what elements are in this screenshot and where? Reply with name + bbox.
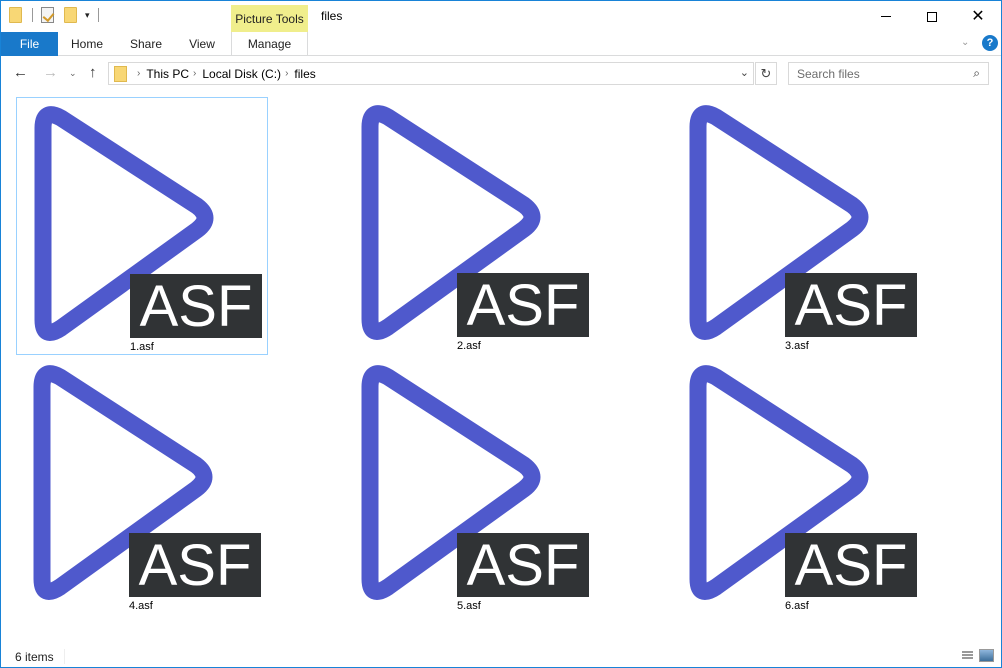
back-arrow-icon[interactable]: ← [13, 64, 28, 81]
help-icon[interactable]: ? [982, 35, 998, 51]
title-bar: ▾ Picture Tools files ✕ [1, 1, 1001, 32]
new-folder-icon[interactable] [64, 7, 77, 23]
breadcrumb-this-pc[interactable]: This PC [146, 67, 189, 81]
file-item[interactable]: ASF 1.asf [16, 97, 268, 355]
file-item[interactable]: ASF 4.asf [16, 357, 268, 615]
file-item[interactable]: ASF 5.asf [344, 357, 596, 615]
tab-home[interactable]: Home [61, 32, 113, 56]
close-icon: ✕ [971, 7, 985, 25]
status-divider [64, 649, 65, 664]
file-name[interactable]: 4.asf [129, 600, 153, 612]
asf-badge: ASF [457, 273, 589, 338]
details-view-icon[interactable] [957, 650, 973, 662]
file-view: ASF 1.asf ASF 2.asf ASF 3.asf ASF 4.asf ASF 5.asf… [1, 91, 1001, 641]
navigation-bar: ← → ⌄ ↑ › This PC › Local Disk (C:) › fi… [1, 57, 1001, 90]
toolbar-divider [97, 8, 99, 22]
asf-badge: ASF [785, 533, 917, 598]
up-arrow-icon[interactable]: ↑ [89, 64, 97, 81]
close-button[interactable]: ✕ [955, 1, 1001, 32]
file-name[interactable]: 3.asf [785, 340, 809, 352]
tab-file[interactable]: File [1, 32, 58, 56]
refresh-button[interactable]: ↻ [755, 62, 777, 85]
asf-badge: ASF [457, 533, 589, 598]
file-name[interactable]: 5.asf [457, 600, 481, 612]
properties-icon[interactable] [41, 7, 54, 23]
breadcrumb-local-disk[interactable]: Local Disk (C:) [202, 67, 281, 81]
window-title: files [321, 9, 343, 23]
explorer-window: ▾ Picture Tools files ✕ File Home Share … [0, 0, 1002, 668]
chevron-right-icon[interactable]: › [193, 68, 196, 79]
file-item[interactable]: ASF 6.asf [672, 357, 924, 615]
large-icons-view-icon[interactable] [979, 649, 994, 662]
search-box[interactable]: ⌕ [788, 62, 989, 85]
file-item[interactable]: ASF 2.asf [344, 97, 596, 355]
search-icon[interactable]: ⌕ [973, 66, 980, 81]
tab-view[interactable]: View [179, 32, 225, 56]
chevron-right-icon[interactable]: › [137, 68, 140, 79]
toolbar-divider [32, 8, 33, 22]
file-name[interactable]: 2.asf [457, 340, 481, 352]
folder-icon [114, 65, 127, 82]
maximize-button[interactable] [909, 1, 955, 32]
breadcrumb-files[interactable]: files [294, 67, 315, 81]
file-name[interactable]: 6.asf [785, 600, 809, 612]
expand-ribbon-icon[interactable]: ⌄ [961, 37, 969, 48]
asf-badge: ASF [129, 533, 261, 598]
refresh-icon: ↻ [760, 65, 772, 81]
tab-share[interactable]: Share [121, 32, 171, 56]
asf-badge: ASF [785, 273, 917, 338]
asf-badge: ASF [130, 274, 262, 339]
minimize-button[interactable] [863, 1, 909, 32]
recent-locations-icon[interactable]: ⌄ [69, 68, 77, 79]
quick-access-toolbar: ▾ [9, 7, 107, 23]
file-item[interactable]: ASF 3.asf [672, 97, 924, 355]
tab-manage[interactable]: Manage [231, 32, 308, 56]
item-count: 6 items [15, 650, 54, 664]
picture-tools-label: Picture Tools [231, 5, 308, 32]
address-bar[interactable]: › This PC › Local Disk (C:) › files ⌄ [108, 62, 754, 85]
file-name[interactable]: 1.asf [130, 341, 154, 353]
chevron-right-icon[interactable]: › [285, 68, 288, 79]
minimize-icon [881, 16, 891, 17]
forward-arrow-icon[interactable]: → [43, 64, 58, 81]
chevron-down-icon[interactable]: ⌄ [740, 66, 749, 79]
maximize-icon [927, 11, 937, 22]
status-bar: 6 items [1, 646, 1001, 667]
search-input[interactable] [797, 66, 957, 81]
customize-dropdown-icon[interactable]: ▾ [85, 10, 90, 21]
ribbon-tabs: File Home Share View Manage ⌄ ? [1, 32, 1001, 56]
folder-icon[interactable] [9, 7, 22, 23]
